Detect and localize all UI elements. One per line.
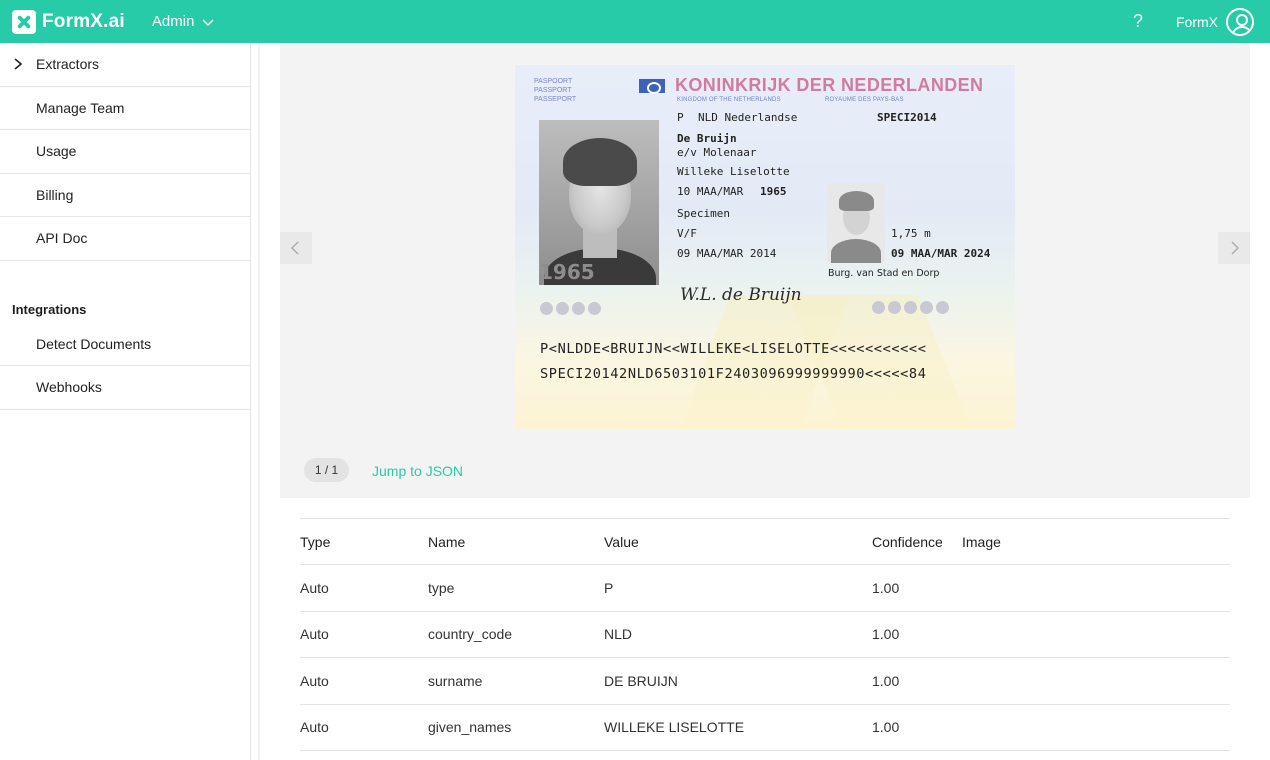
passport-height: 1,75 m xyxy=(891,227,931,240)
sidebar-item-label: Detect Documents xyxy=(36,335,152,352)
next-page-button[interactable] xyxy=(1218,232,1250,264)
eu-emblem-icon xyxy=(639,79,665,94)
user-avatar-icon[interactable] xyxy=(1226,7,1254,36)
passport-security-dots xyxy=(540,302,601,315)
passport-type: P xyxy=(677,111,684,124)
passport-signature: W.L. de Bruijn xyxy=(680,285,802,305)
top-navigation-bar: FormX.ai Admin ? FormX xyxy=(0,0,1270,43)
cell-name: surname xyxy=(428,672,483,689)
previous-page-button[interactable] xyxy=(280,232,312,264)
formx-logo[interactable]: FormX.ai xyxy=(12,9,125,34)
cell-confidence: 1.00 xyxy=(872,579,900,596)
column-header-value: Value xyxy=(604,533,639,550)
passport-surname: De Bruijn xyxy=(677,132,737,145)
chevron-down-icon xyxy=(202,19,214,26)
passport-doc-number: SPECI2014 xyxy=(877,111,937,124)
help-icon[interactable]: ? xyxy=(1133,11,1143,32)
passport-ghost-photo xyxy=(827,183,885,263)
sidebar-item-label: Manage Team xyxy=(36,99,125,116)
cell-confidence: 1.00 xyxy=(872,719,900,736)
passport-security-dots xyxy=(872,301,949,314)
document-viewer: PASPOORT PASSPORT PASSEPORT KONINKRIJK D… xyxy=(280,43,1250,498)
passport-nationality: NLD Nederlandse xyxy=(698,111,798,124)
passport-birth-date: 10 MAA/MAR xyxy=(677,185,744,198)
cell-type: Auto xyxy=(300,719,329,736)
passport-birth-year: 1965 xyxy=(760,185,787,198)
sidebar-item-label: Billing xyxy=(36,186,74,203)
jump-to-json-link[interactable]: Jump to JSON xyxy=(372,463,463,479)
table-row: Auto surname DE BRUIJN 1.00 xyxy=(300,658,1230,705)
workspace-dropdown[interactable]: Admin xyxy=(152,13,215,30)
passport-mrz-line-2: SPECI20142NLD6503101F2403096999999990<<<… xyxy=(540,366,927,382)
cell-confidence: 1.00 xyxy=(872,672,900,689)
sidebar-divider xyxy=(258,43,260,760)
table-header-row: Type Name Value Confidence Image xyxy=(300,519,1230,565)
sidebar-item-billing[interactable]: Billing xyxy=(0,174,250,217)
cell-confidence: 1.00 xyxy=(872,626,900,643)
passport-image: PASPOORT PASSPORT PASSEPORT KONINKRIJK D… xyxy=(515,65,1015,430)
sidebar-item-label: Extractors xyxy=(36,56,100,73)
sidebar-item-extractors[interactable]: Extractors xyxy=(0,43,250,87)
sidebar-item-detect-documents[interactable]: Detect Documents xyxy=(0,323,250,366)
cell-value: DE BRUIJN xyxy=(604,672,678,689)
passport-photo: 1965 xyxy=(539,120,659,285)
logo-text: FormX.ai xyxy=(42,10,125,32)
workspace-label: Admin xyxy=(151,13,195,30)
cell-name: given_names xyxy=(428,719,512,736)
column-header-confidence: Confidence xyxy=(872,533,943,550)
passport-sex: V/F xyxy=(677,227,697,240)
table-row: Auto type P 1.00 xyxy=(300,565,1230,612)
passport-subtitle-en: KINGDOM OF THE NETHERLANDS xyxy=(677,97,781,103)
cell-value: NLD xyxy=(604,626,633,643)
chevron-right-icon xyxy=(1231,241,1239,255)
table-row: Auto given_names WILLEKE LISELOTTE 1.00 xyxy=(300,705,1230,751)
passport-doc-labels: PASPOORT PASSPORT PASSEPORT xyxy=(534,78,577,103)
passport-expiry-date: 09 MAA/MAR 2024 xyxy=(891,247,991,260)
cell-type: Auto xyxy=(300,672,329,689)
passport-spouse-name: e/v Molenaar xyxy=(677,146,757,159)
sidebar-group-title: Integrations xyxy=(12,301,87,317)
cell-type: Auto xyxy=(300,579,329,596)
sidebar-item-label: API Doc xyxy=(36,230,88,247)
passport-given-names: Willeke Liselotte xyxy=(677,165,790,178)
column-header-image: Image xyxy=(962,533,1001,550)
cell-name: country_code xyxy=(428,626,513,643)
sidebar-item-webhooks[interactable]: Webhooks xyxy=(0,366,250,410)
passport-issue-date: 09 MAA/MAR 2014 xyxy=(677,247,777,260)
formx-logo-icon xyxy=(12,9,36,34)
sidebar-item-manage-team[interactable]: Manage Team xyxy=(0,87,250,130)
cell-name: type xyxy=(428,579,455,596)
column-header-name: Name xyxy=(428,533,466,550)
cell-value: P xyxy=(604,579,614,596)
sidebar-item-label: Webhooks xyxy=(36,379,102,396)
passport-authority: Burg. van Stad en Dorp xyxy=(828,268,940,279)
chevron-right-icon xyxy=(14,58,23,70)
sidebar-item-label: Usage xyxy=(36,143,77,160)
sidebar-item-usage[interactable]: Usage xyxy=(0,130,250,174)
passport-subtitle-fr: ROYAUME DES PAYS-BAS xyxy=(825,97,904,103)
column-header-type: Type xyxy=(300,533,331,550)
chevron-left-icon xyxy=(291,241,299,255)
passport-title: KONINKRIJK DER NEDERLANDEN xyxy=(675,75,984,95)
extraction-results-table: Type Name Value Confidence Image Auto ty… xyxy=(300,518,1230,751)
table-row: Auto country_code NLD 1.00 xyxy=(300,612,1230,658)
page-indicator: 1 / 1 xyxy=(304,458,349,482)
photo-year: 1965 xyxy=(539,260,595,284)
sidebar: Extractors Manage Team Usage Billing API… xyxy=(0,43,251,760)
user-name[interactable]: FormX xyxy=(1176,14,1218,30)
sidebar-item-api-doc[interactable]: API Doc xyxy=(0,217,250,261)
cell-type: Auto xyxy=(300,626,329,643)
passport-mrz-line-1: P<NLDDE<BRUIJN<<WILLEKE<LISELOTTE<<<<<<<… xyxy=(540,341,927,357)
passport-birth-place: Specimen xyxy=(677,207,730,220)
cell-value: WILLEKE LISELOTTE xyxy=(604,719,745,736)
